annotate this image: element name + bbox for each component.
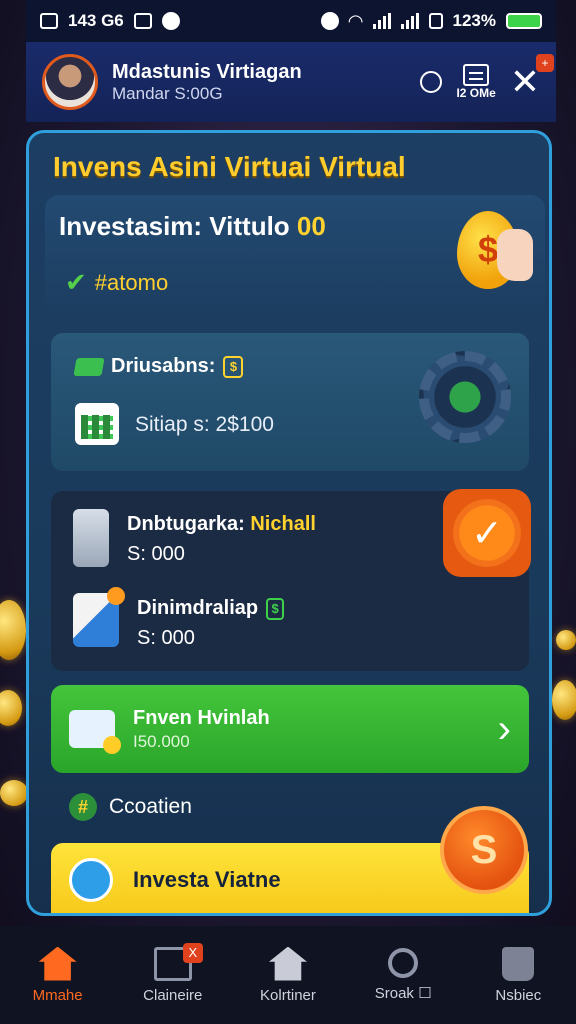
background-coin: [556, 630, 576, 650]
nav-item-bag[interactable]: Nsbiec: [468, 946, 568, 1004]
signal-icon: [372, 13, 391, 29]
gear-icon[interactable]: [419, 351, 511, 443]
status-left: 143 G6: [40, 11, 180, 31]
nav-label: Claineire: [143, 986, 203, 1004]
status-right: ◠ 123%: [320, 10, 542, 32]
document-coin-icon: [69, 710, 121, 754]
coin-hand-icon: $: [457, 201, 533, 297]
checkmark-icon: ✓: [471, 512, 503, 555]
status-time: 143 G6: [68, 11, 124, 30]
nav-item-list[interactable]: X Claineire: [123, 942, 223, 1004]
dollar-fab-icon: S: [470, 827, 498, 872]
hero-title: Invens Asini Virtuai Virtual: [53, 151, 406, 182]
bottom-nav: Mmahe X Claineire Kolrtiner Sroak ☐ Nsbi…: [0, 926, 576, 1024]
background-coin: [552, 680, 576, 720]
investment-title-suffix: 00: [296, 211, 326, 241]
app-header: Mdastunis Virtiagan Mandar S:00G I2 OMe …: [26, 42, 556, 122]
investment-panel[interactable]: Investasim: Vittulo 00 ✔ #atomo $: [45, 195, 545, 317]
check-badge-button[interactable]: ✓: [443, 489, 531, 577]
header-actions: I2 OMe ✕ +: [420, 54, 554, 100]
header-title: Mdastunis Virtiagan: [112, 60, 302, 83]
header-text: Mdastunis Virtiagan Mandar S:00G: [112, 60, 302, 104]
dividends-title-text: Driusabns:: [111, 355, 216, 377]
avatar[interactable]: [42, 54, 98, 110]
wallet-row-1[interactable]: Dnbtugarka: Nichall S: 000: [73, 509, 316, 569]
magnifier-icon: [388, 948, 419, 978]
app-icon: [161, 12, 180, 30]
server-icon: [73, 509, 109, 567]
header-badge: +: [536, 54, 554, 72]
background-coin: [0, 690, 22, 726]
battery-icon: [506, 13, 542, 29]
battery-percent: 123%: [452, 11, 496, 30]
investment-title-text: Investasim: Vittulo: [59, 211, 290, 241]
chevron-right-icon: ›: [497, 707, 511, 751]
wallet-row-2-title-text: Dinimdraliap: [137, 597, 259, 619]
close-button[interactable]: ✕ +: [510, 54, 554, 100]
tag-green-icon: $: [266, 597, 285, 620]
invest-cta-subtitle: I50.000: [133, 731, 190, 751]
book-icon: [73, 587, 125, 647]
nav-label: Kolrtiner: [260, 986, 316, 1004]
home-icon: [38, 946, 77, 981]
wifi-icon: ◠: [348, 10, 363, 31]
floating-action-button[interactable]: S: [440, 806, 528, 894]
message-icon: [40, 13, 58, 29]
header-subtitle: Mandar S:00G: [112, 83, 223, 103]
hand-icon: [497, 229, 533, 281]
investment-title: Investasim: Vittulo 00: [59, 211, 326, 242]
background-coin: [0, 600, 26, 660]
investment-status-text: #atomo: [94, 269, 169, 295]
wallet-row-1-amount: S: 000: [127, 543, 185, 565]
wallet-row-2[interactable]: Dinimdraliap $ S: 000: [73, 587, 285, 653]
investment-status: ✔ #atomo: [65, 267, 168, 298]
nav-label: Nsbiec: [495, 986, 542, 1004]
main-card: Invens Asini Virtuai Virtual Investasim:…: [26, 130, 552, 916]
background-coin: [0, 780, 28, 806]
document-label: I2 OMe: [456, 86, 496, 100]
wallet-row-2-title: Dinimdraliap $: [137, 593, 285, 623]
nav-item-house[interactable]: Kolrtiner: [238, 946, 338, 1004]
nav-item-search[interactable]: Sroak ☐: [353, 948, 453, 1002]
tag-icon: $: [223, 355, 244, 378]
nav-label: Sroak ☐: [374, 985, 432, 1002]
bag-icon: [502, 946, 535, 981]
alarm-icon: [320, 12, 339, 30]
house-icon: [268, 946, 307, 981]
wallet-panel: Dnbtugarka: Nichall S: 000 Dinimdraliap $…: [51, 489, 531, 671]
document-icon: [463, 64, 490, 86]
dividends-title: Driusabns: $: [73, 355, 244, 378]
wallet-row-1-title-text: Dnbtugarka:: [127, 513, 245, 535]
timer-icon[interactable]: [420, 71, 443, 93]
sim-icon: [428, 13, 443, 29]
dividends-setup: Sitiap s: 2$100: [135, 413, 274, 436]
calendar-icon: [75, 403, 119, 445]
wallet-row-2-text: Dinimdraliap $ S: 000: [137, 593, 285, 653]
wallet-row-1-text: Dnbtugarka: Nichall S: 000: [127, 509, 316, 569]
hash-icon: #: [69, 793, 97, 821]
wallet-row-1-highlight: Nichall: [250, 513, 316, 535]
dividends-panel[interactable]: Driusabns: $ Sitiap s: 2$100: [51, 333, 529, 471]
creation-label: Ccoatien: [109, 795, 192, 818]
document-button[interactable]: I2 OMe: [456, 64, 496, 100]
status-bar: 143 G6 ◠ 123%: [26, 0, 556, 42]
wallet-row-2-amount: S: 000: [137, 627, 195, 649]
notification-icon: [133, 13, 152, 29]
check-icon: ✔: [65, 267, 87, 297]
wallet-row-1-title: Dnbtugarka: Nichall: [127, 509, 316, 539]
invest-cta-title: Fnven Hvinlah: [133, 706, 270, 729]
nav-badge: X: [182, 942, 203, 963]
chat-icon: [69, 858, 113, 902]
cash-icon: [73, 357, 105, 376]
invest-cta-text: Fnven Hvinlah I50.000: [133, 705, 270, 753]
invest-virtual-label: Investa Viatne: [133, 867, 281, 892]
signal-icon-2: [400, 13, 419, 29]
nav-item-home[interactable]: Mmahe: [8, 946, 108, 1004]
nav-label: Mmahe: [32, 986, 83, 1004]
invest-cta-button[interactable]: Fnven Hvinlah I50.000 ›: [51, 685, 529, 773]
creation-row[interactable]: # Ccoatien: [69, 793, 192, 821]
